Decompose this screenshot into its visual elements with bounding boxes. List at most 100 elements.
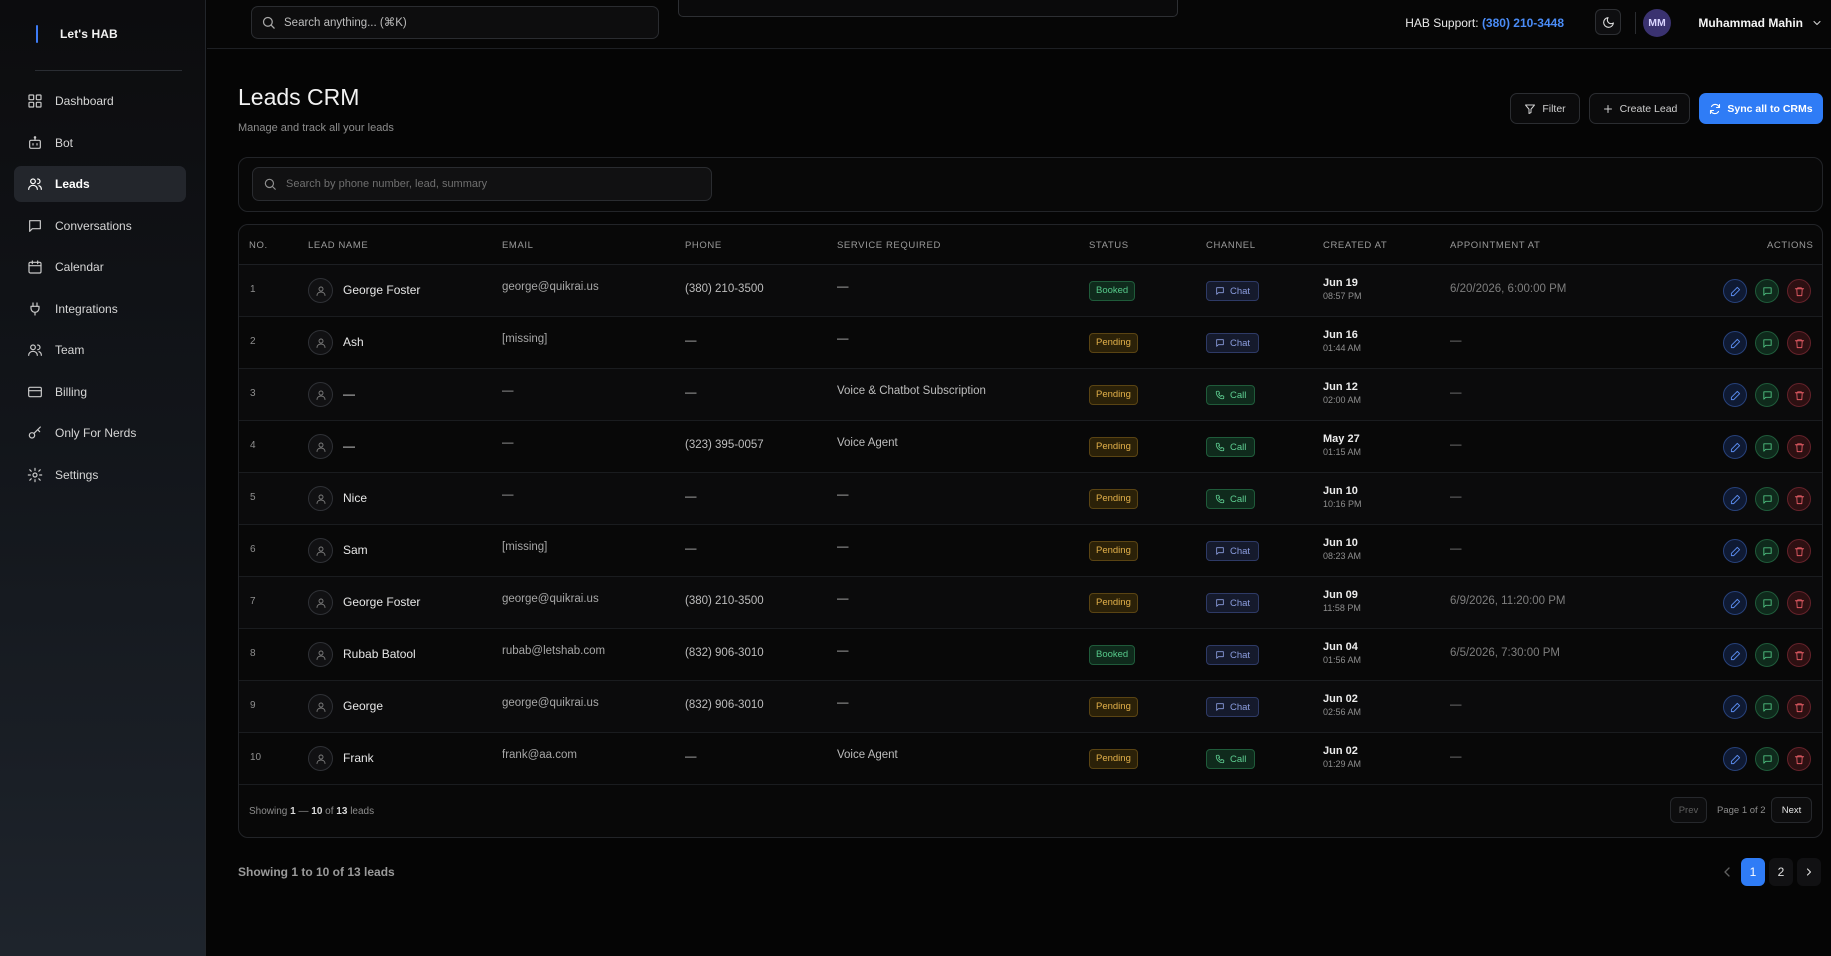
column-header-lead-name[interactable]: LEAD NAME — [308, 240, 368, 251]
sidebar-item-integrations[interactable]: Integrations — [14, 291, 186, 327]
table-row[interactable]: 4 — — (323) 395-0057 Voice Agent Pending Call M… — [239, 421, 1822, 473]
delete-lead-button[interactable] — [1787, 539, 1811, 563]
message-lead-button[interactable] — [1755, 383, 1779, 407]
edit-lead-button[interactable] — [1723, 435, 1747, 459]
column-header-appointment[interactable]: APPOINTMENT AT — [1450, 240, 1540, 251]
next-page-button[interactable]: Next — [1771, 797, 1812, 823]
created-time: 01:29 AM — [1323, 759, 1362, 769]
delete-lead-button[interactable] — [1787, 695, 1811, 719]
delete-lead-button[interactable] — [1787, 747, 1811, 771]
user-avatar[interactable]: MM — [1643, 9, 1671, 37]
sync-all-button[interactable]: Sync all to CRMs — [1699, 93, 1823, 124]
sidebar-item-billing[interactable]: Billing — [14, 374, 186, 410]
message-lead-button[interactable] — [1755, 643, 1779, 667]
chevron-down-icon[interactable] — [1811, 17, 1823, 29]
support-phone-link[interactable]: (380) 210-3448 — [1482, 16, 1564, 30]
message-lead-button[interactable] — [1755, 591, 1779, 615]
table-row[interactable]: 3 — — — Voice & Chatbot Subscription Pending C… — [239, 369, 1822, 421]
chevron-left-icon[interactable] — [1719, 864, 1735, 880]
column-header-status[interactable]: STATUS — [1089, 240, 1129, 251]
edit-lead-button[interactable] — [1723, 331, 1747, 355]
lead-name[interactable]: — — [343, 387, 355, 401]
column-header-created[interactable]: CREATED AT — [1323, 240, 1387, 251]
user-icon — [315, 493, 327, 505]
lead-name[interactable]: George Foster — [343, 283, 420, 297]
edit-lead-button[interactable] — [1723, 695, 1747, 719]
table-row[interactable]: 1 George Foster george@quikrai.us (380) 210… — [239, 265, 1822, 317]
table-row[interactable]: 10 Frank frank@aa.com — Voice Agent Pending Ca… — [239, 733, 1822, 785]
status-cell: Booked — [1089, 281, 1136, 301]
topbar: HAB Support: (380) 210-3448 MM Muhammad … — [207, 0, 1831, 49]
lead-name[interactable]: Rubab Batool — [343, 647, 416, 661]
created-time: 11:58 PM — [1323, 603, 1361, 613]
sidebar-item-team[interactable]: Team — [14, 332, 186, 368]
sidebar-item-bot[interactable]: Bot — [14, 125, 186, 161]
lead-name[interactable]: Sam — [343, 543, 368, 557]
global-search[interactable] — [251, 6, 659, 39]
delete-lead-button[interactable] — [1787, 383, 1811, 407]
pencil-icon — [1730, 494, 1741, 505]
prev-page-button[interactable]: Prev — [1670, 797, 1707, 823]
edit-lead-button[interactable] — [1723, 279, 1747, 303]
created-cell: Jun 16 01:44 AM — [1323, 329, 1361, 354]
lead-search-input[interactable] — [286, 178, 706, 190]
delete-lead-button[interactable] — [1787, 591, 1811, 615]
brand[interactable]: Let's HAB — [36, 24, 118, 44]
key-icon — [27, 425, 43, 441]
edit-lead-button[interactable] — [1723, 539, 1747, 563]
delete-lead-button[interactable] — [1787, 279, 1811, 303]
delete-lead-button[interactable] — [1787, 643, 1811, 667]
message-lead-button[interactable] — [1755, 435, 1779, 459]
create-lead-button[interactable]: Create Lead — [1589, 93, 1690, 124]
message-lead-button[interactable] — [1755, 487, 1779, 511]
column-header-email[interactable]: EMAIL — [502, 240, 534, 251]
lead-phone: — — [685, 335, 697, 347]
lead-avatar — [308, 538, 333, 563]
message-lead-button[interactable] — [1755, 539, 1779, 563]
column-header-service[interactable]: SERVICE REQUIRED — [837, 240, 941, 251]
table-row[interactable]: 9 George george@quikrai.us (832) 906-3010 — P… — [239, 681, 1822, 733]
lead-search[interactable] — [252, 167, 712, 201]
sidebar-item-dashboard[interactable]: Dashboard — [14, 83, 186, 119]
delete-lead-button[interactable] — [1787, 331, 1811, 355]
column-header-phone[interactable]: PHONE — [685, 240, 722, 251]
page-button-1[interactable]: 1 — [1741, 858, 1765, 886]
global-search-input[interactable] — [284, 16, 644, 29]
sidebar-item-only-for-nerds[interactable]: Only For Nerds — [14, 415, 186, 451]
lead-name[interactable]: Nice — [343, 491, 367, 505]
delete-lead-button[interactable] — [1787, 435, 1811, 459]
next-page-arrow-button[interactable] — [1797, 858, 1821, 886]
column-header-channel[interactable]: CHANNEL — [1206, 240, 1256, 251]
edit-lead-button[interactable] — [1723, 487, 1747, 511]
sidebar-item-leads[interactable]: Leads — [14, 166, 186, 202]
message-lead-button[interactable] — [1755, 747, 1779, 771]
lead-name[interactable]: George Foster — [343, 595, 420, 609]
sidebar-item-settings[interactable]: Settings — [14, 457, 186, 493]
lead-name[interactable]: Ash — [343, 335, 364, 349]
sidebar-item-conversations[interactable]: Conversations — [14, 208, 186, 244]
page-button-2[interactable]: 2 — [1769, 858, 1793, 886]
sidebar-item-calendar[interactable]: Calendar — [14, 249, 186, 285]
delete-lead-button[interactable] — [1787, 487, 1811, 511]
lead-name[interactable]: George — [343, 699, 383, 713]
message-lead-button[interactable] — [1755, 695, 1779, 719]
table-row[interactable]: 7 George Foster george@quikrai.us (380) 210… — [239, 577, 1822, 629]
message-lead-button[interactable] — [1755, 279, 1779, 303]
table-row[interactable]: 2 Ash [missing] — — Pending Chat Jun 16 01:44 AM… — [239, 317, 1822, 369]
edit-lead-button[interactable] — [1723, 383, 1747, 407]
channel-badge: Call — [1206, 385, 1256, 405]
edit-lead-button[interactable] — [1723, 747, 1747, 771]
message-lead-button[interactable] — [1755, 331, 1779, 355]
theme-toggle-button[interactable] — [1595, 9, 1621, 35]
edit-lead-button[interactable] — [1723, 643, 1747, 667]
filter-button[interactable]: Filter — [1510, 93, 1580, 124]
table-row[interactable]: 6 Sam [missing] — — Pending Chat Jun 10 08:23 AM… — [239, 525, 1822, 577]
table-row[interactable]: 5 Nice — — — Pending Call Jun 10 10:16 PM — — [239, 473, 1822, 525]
edit-lead-button[interactable] — [1723, 591, 1747, 615]
lead-name[interactable]: — — [343, 439, 355, 453]
message-icon — [1762, 650, 1773, 661]
table-row[interactable]: 8 Rubab Batool rubab@letshab.com (832) 906-… — [239, 629, 1822, 681]
created-cell: Jun 09 11:58 PM — [1323, 589, 1361, 614]
user-name[interactable]: Muhammad Mahin — [1698, 16, 1803, 30]
lead-name[interactable]: Frank — [343, 751, 374, 765]
